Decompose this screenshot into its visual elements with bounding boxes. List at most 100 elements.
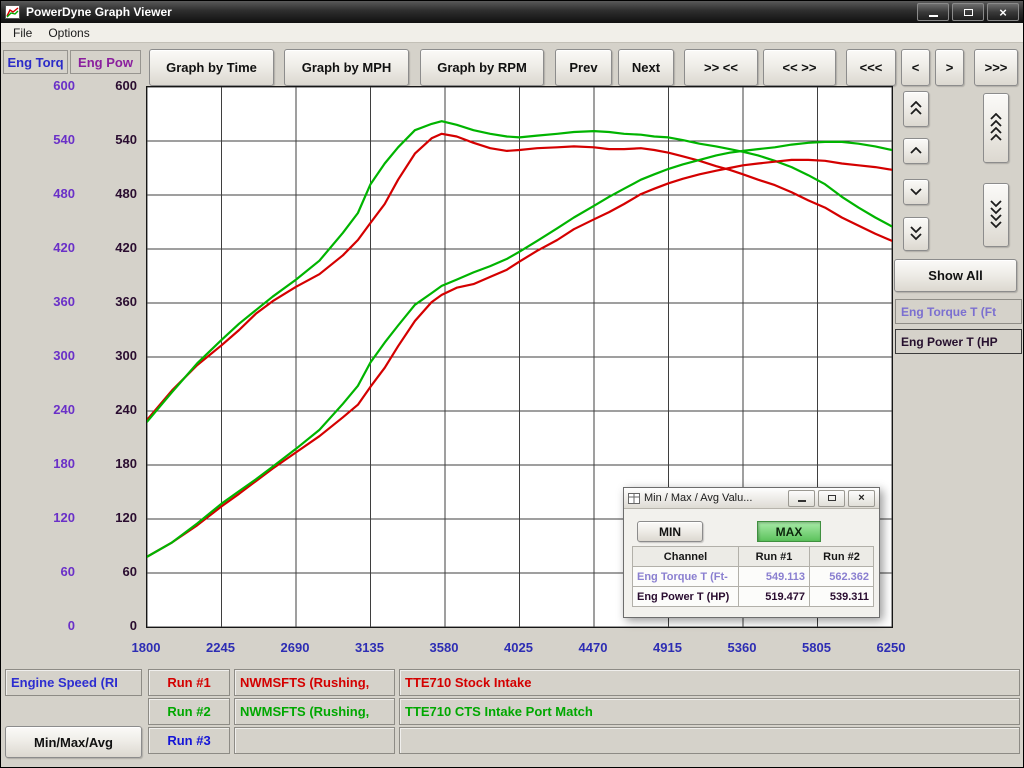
minmax-torque-channel: Eng Torque T (Ft- xyxy=(633,567,739,587)
minimize-icon xyxy=(929,15,938,17)
y-axis-tick-power: 180 xyxy=(89,456,137,472)
x-axis-tick: 3135 xyxy=(335,640,405,655)
app-window: PowerDyne Graph Viewer × File Options En… xyxy=(0,0,1024,768)
prev-button[interactable]: Prev xyxy=(555,49,612,86)
y-axis-tick-power: 480 xyxy=(89,186,137,202)
scroll-left-button[interactable]: < xyxy=(901,49,930,86)
x-axis-tick: 4025 xyxy=(484,640,554,655)
restore-icon xyxy=(828,495,836,501)
y-axis-tick-torque: 300 xyxy=(29,348,75,364)
x-axis-tick: 2245 xyxy=(186,640,256,655)
minimize-icon xyxy=(798,500,806,502)
cursors-inward-button[interactable]: >> << xyxy=(684,49,758,86)
y-axis-tick-power: 360 xyxy=(89,294,137,310)
scroll-far-right-button[interactable]: >>> xyxy=(974,49,1018,86)
graph-by-time-button[interactable]: Graph by Time xyxy=(149,49,274,86)
app-icon xyxy=(5,5,20,19)
minmax-power-run2-value: 539.311 xyxy=(810,587,874,607)
close-icon: × xyxy=(858,493,864,504)
scroll-down-button[interactable] xyxy=(903,179,929,205)
min-max-avg-button[interactable]: Min/Max/Avg xyxy=(5,726,142,758)
next-button[interactable]: Next xyxy=(618,49,674,86)
x-axis-tick: 1800 xyxy=(111,640,181,655)
run3-name-field xyxy=(234,727,395,754)
min-toggle-button[interactable]: MIN xyxy=(637,521,703,542)
run2-desc-field: TTE710 CTS Intake Port Match xyxy=(399,698,1020,725)
minmax-title-bar[interactable]: Min / Max / Avg Valu... × xyxy=(624,488,879,509)
tab-eng-power[interactable]: Eng Pow xyxy=(70,50,141,74)
minmax-window-icon xyxy=(628,493,640,504)
tab-eng-torque[interactable]: Eng Torq xyxy=(3,50,68,74)
max-toggle-button[interactable]: MAX xyxy=(757,521,821,542)
cursors-outward-button[interactable]: << >> xyxy=(763,49,836,86)
x-axis-tick: 6250 xyxy=(856,640,926,655)
y-axis-tick-power: 540 xyxy=(89,132,137,148)
y-axis-tick-torque: 60 xyxy=(29,564,75,580)
chevron-down-icon xyxy=(909,226,923,242)
y-axis-tick-torque: 420 xyxy=(29,240,75,256)
menu-file[interactable]: File xyxy=(7,25,38,41)
y-axis-tick-torque: 240 xyxy=(29,402,75,418)
scroll-up-button[interactable] xyxy=(903,138,929,164)
minmax-minimize-button[interactable] xyxy=(788,490,815,507)
close-button[interactable]: × xyxy=(987,3,1019,21)
window-title: PowerDyne Graph Viewer xyxy=(26,5,917,19)
close-icon: × xyxy=(999,6,1007,19)
chevron-up-icon xyxy=(989,113,1003,143)
run2-name-field: NWMSFTS (Rushing, xyxy=(234,698,395,725)
chevron-up-icon xyxy=(909,101,923,117)
minmax-close-button[interactable]: × xyxy=(848,490,875,507)
channel-label-torque[interactable]: Eng Torque T (Ft xyxy=(895,299,1022,324)
menu-options[interactable]: Options xyxy=(42,25,95,41)
scroll-up-double-button[interactable] xyxy=(903,91,929,127)
y-axis-tick-torque: 540 xyxy=(29,132,75,148)
x-axis-tick: 4915 xyxy=(633,640,703,655)
scroll-down-multi-button[interactable] xyxy=(983,183,1009,247)
run3-desc-field xyxy=(399,727,1020,754)
x-axis-tick: 5805 xyxy=(782,640,852,655)
title-bar[interactable]: PowerDyne Graph Viewer × xyxy=(1,1,1023,23)
y-axis-tick-power: 300 xyxy=(89,348,137,364)
y-axis-tick-power: 0 xyxy=(89,618,137,634)
run2-label-field: Run #2 xyxy=(148,698,230,725)
y-axis-tick-torque: 120 xyxy=(29,510,75,526)
graph-by-rpm-button[interactable]: Graph by RPM xyxy=(420,49,544,86)
maximize-button[interactable] xyxy=(952,3,984,21)
table-row: Eng Torque T (Ft- 549.113 562.362 xyxy=(633,567,874,587)
minmax-window[interactable]: Min / Max / Avg Valu... × MIN MAX Channe… xyxy=(623,487,880,618)
chevron-down-icon xyxy=(909,188,923,197)
minmax-header-run2[interactable]: Run #2 xyxy=(810,547,874,567)
x-channel-field: Engine Speed (RI xyxy=(5,669,142,696)
minmax-power-channel: Eng Power T (HP) xyxy=(633,587,739,607)
scroll-far-left-button[interactable]: <<< xyxy=(846,49,896,86)
graph-by-mph-button[interactable]: Graph by MPH xyxy=(284,49,409,86)
y-axis-tick-power: 120 xyxy=(89,510,137,526)
minmax-torque-run2-value: 562.362 xyxy=(810,567,874,587)
y-axis-tick-power: 240 xyxy=(89,402,137,418)
minmax-header-channel[interactable]: Channel xyxy=(633,547,739,567)
scroll-up-multi-button[interactable] xyxy=(983,93,1009,163)
x-axis-tick: 5360 xyxy=(707,640,777,655)
y-axis-tick-torque: 0 xyxy=(29,618,75,634)
show-all-button[interactable]: Show All xyxy=(894,259,1017,292)
chevron-up-icon xyxy=(909,147,923,156)
y-axis-tick-power: 600 xyxy=(89,78,137,94)
y-axis-tick-power: 420 xyxy=(89,240,137,256)
channel-label-power[interactable]: Eng Power T (HP xyxy=(895,329,1022,354)
minmax-header-run1[interactable]: Run #1 xyxy=(739,547,810,567)
minmax-table: Channel Run #1 Run #2 Eng Torque T (Ft- … xyxy=(632,546,874,607)
x-axis-tick: 3580 xyxy=(409,640,479,655)
run1-label-field: Run #1 xyxy=(148,669,230,696)
y-axis-tick-torque: 180 xyxy=(29,456,75,472)
y-axis-tick-torque: 480 xyxy=(29,186,75,202)
minmax-torque-run1-value: 549.113 xyxy=(739,567,810,587)
scroll-down-double-button[interactable] xyxy=(903,217,929,251)
table-row: Eng Power T (HP) 519.477 539.311 xyxy=(633,587,874,607)
y-axis-tick-power: 60 xyxy=(89,564,137,580)
x-axis-tick: 2690 xyxy=(260,640,330,655)
minimize-button[interactable] xyxy=(917,3,949,21)
run3-label-field: Run #3 xyxy=(148,727,230,754)
minmax-restore-button[interactable] xyxy=(818,490,845,507)
scroll-right-button[interactable]: > xyxy=(935,49,964,86)
minmax-window-title: Min / Max / Avg Valu... xyxy=(644,492,785,504)
